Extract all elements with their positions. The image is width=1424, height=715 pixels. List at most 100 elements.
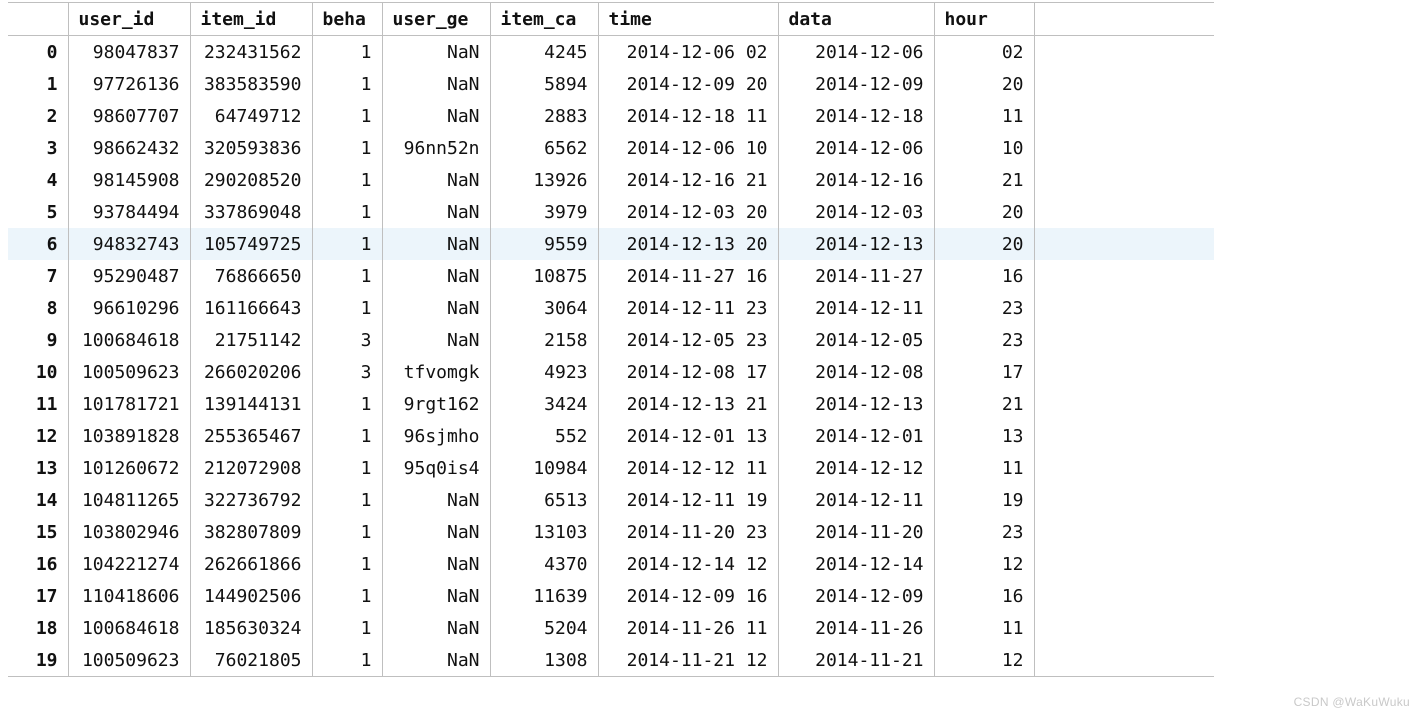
cell-pad bbox=[1034, 228, 1214, 260]
table-row[interactable]: 19100509623760218051NaN13082014-11-21 12… bbox=[8, 644, 1214, 677]
cell-idx: 18 bbox=[8, 612, 68, 644]
cell-beha: 1 bbox=[312, 100, 382, 132]
cell-time: 2014-12-18 11 bbox=[598, 100, 778, 132]
table-row[interactable]: 141048112653227367921NaN65132014-12-11 1… bbox=[8, 484, 1214, 516]
cell-user_ge: NaN bbox=[382, 196, 490, 228]
cell-idx: 7 bbox=[8, 260, 68, 292]
cell-user_ge: NaN bbox=[382, 484, 490, 516]
cell-data_: 2014-12-06 bbox=[778, 132, 934, 164]
cell-time: 2014-12-09 20 bbox=[598, 68, 778, 100]
table-row[interactable]: 13101260672212072908195q0is4109842014-12… bbox=[8, 452, 1214, 484]
cell-pad bbox=[1034, 452, 1214, 484]
cell-item_ca: 6562 bbox=[490, 132, 598, 164]
cell-beha: 1 bbox=[312, 388, 382, 420]
table-row[interactable]: 8966102961611666431NaN30642014-12-11 232… bbox=[8, 292, 1214, 324]
cell-idx: 14 bbox=[8, 484, 68, 516]
table-row[interactable]: 1110178172113914413119rgt16234242014-12-… bbox=[8, 388, 1214, 420]
cell-item_id: 212072908 bbox=[190, 452, 312, 484]
table-row[interactable]: 298607707647497121NaN28832014-12-18 1120… bbox=[8, 100, 1214, 132]
cell-beha: 1 bbox=[312, 292, 382, 324]
cell-idx: 1 bbox=[8, 68, 68, 100]
cell-hour: 11 bbox=[934, 612, 1034, 644]
cell-hour: 20 bbox=[934, 228, 1034, 260]
cell-hour: 11 bbox=[934, 100, 1034, 132]
cell-item_id: 144902506 bbox=[190, 580, 312, 612]
cell-beha: 1 bbox=[312, 548, 382, 580]
cell-item_id: 76021805 bbox=[190, 644, 312, 677]
col-header-beha[interactable]: beha bbox=[312, 3, 382, 36]
cell-pad bbox=[1034, 612, 1214, 644]
cell-item_ca: 4370 bbox=[490, 548, 598, 580]
table-row[interactable]: 181006846181856303241NaN52042014-11-26 1… bbox=[8, 612, 1214, 644]
cell-user_ge: NaN bbox=[382, 548, 490, 580]
col-header-item-id[interactable]: item_id bbox=[190, 3, 312, 36]
cell-item_ca: 10875 bbox=[490, 260, 598, 292]
cell-user_ge: 96sjmho bbox=[382, 420, 490, 452]
cell-beha: 1 bbox=[312, 228, 382, 260]
cell-idx: 10 bbox=[8, 356, 68, 388]
cell-user_id: 101260672 bbox=[68, 452, 190, 484]
cell-item_id: 337869048 bbox=[190, 196, 312, 228]
table-row[interactable]: 5937844943378690481NaN39792014-12-03 202… bbox=[8, 196, 1214, 228]
cell-pad bbox=[1034, 68, 1214, 100]
cell-beha: 1 bbox=[312, 132, 382, 164]
cell-beha: 1 bbox=[312, 580, 382, 612]
table-row[interactable]: 151038029463828078091NaN131032014-11-20 … bbox=[8, 516, 1214, 548]
cell-time: 2014-12-14 12 bbox=[598, 548, 778, 580]
col-header-hour[interactable]: hour bbox=[934, 3, 1034, 36]
table-row[interactable]: 161042212742626618661NaN43702014-12-14 1… bbox=[8, 548, 1214, 580]
cell-item_ca: 5894 bbox=[490, 68, 598, 100]
cell-data_: 2014-12-05 bbox=[778, 324, 934, 356]
table-row[interactable]: 0980478372324315621NaN42452014-12-06 022… bbox=[8, 36, 1214, 69]
cell-item_id: 322736792 bbox=[190, 484, 312, 516]
cell-item_id: 266020206 bbox=[190, 356, 312, 388]
cell-idx: 6 bbox=[8, 228, 68, 260]
table-row[interactable]: 6948327431057497251NaN95592014-12-13 202… bbox=[8, 228, 1214, 260]
col-header-item-ca[interactable]: item_ca bbox=[490, 3, 598, 36]
cell-time: 2014-12-01 13 bbox=[598, 420, 778, 452]
cell-time: 2014-12-11 19 bbox=[598, 484, 778, 516]
table-row[interactable]: 9100684618217511423NaN21582014-12-05 232… bbox=[8, 324, 1214, 356]
cell-idx: 15 bbox=[8, 516, 68, 548]
cell-hour: 02 bbox=[934, 36, 1034, 69]
col-header-time[interactable]: time bbox=[598, 3, 778, 36]
cell-pad bbox=[1034, 196, 1214, 228]
cell-time: 2014-12-12 11 bbox=[598, 452, 778, 484]
cell-item_ca: 6513 bbox=[490, 484, 598, 516]
cell-pad bbox=[1034, 580, 1214, 612]
cell-item_id: 161166643 bbox=[190, 292, 312, 324]
cell-item_ca: 1308 bbox=[490, 644, 598, 677]
table-row[interactable]: 101005096232660202063tfvomgk49232014-12-… bbox=[8, 356, 1214, 388]
cell-item_ca: 4923 bbox=[490, 356, 598, 388]
col-header-user-ge[interactable]: user_ge bbox=[382, 3, 490, 36]
table-row[interactable]: 171104186061449025061NaN116392014-12-09 … bbox=[8, 580, 1214, 612]
table-row[interactable]: 398662432320593836196nn52n65622014-12-06… bbox=[8, 132, 1214, 164]
cell-item_id: 383583590 bbox=[190, 68, 312, 100]
cell-idx: 11 bbox=[8, 388, 68, 420]
cell-item_id: 382807809 bbox=[190, 516, 312, 548]
table-body: 0980478372324315621NaN42452014-12-06 022… bbox=[8, 36, 1214, 677]
cell-time: 2014-11-21 12 bbox=[598, 644, 778, 677]
col-header-index[interactable] bbox=[8, 3, 68, 36]
cell-user_id: 93784494 bbox=[68, 196, 190, 228]
table-row[interactable]: 1977261363835835901NaN58942014-12-09 202… bbox=[8, 68, 1214, 100]
table-row[interactable]: 12103891828255365467196sjmho5522014-12-0… bbox=[8, 420, 1214, 452]
cell-user_ge: NaN bbox=[382, 36, 490, 69]
col-header-user-id[interactable]: user_id bbox=[68, 3, 190, 36]
cell-pad bbox=[1034, 644, 1214, 677]
cell-pad bbox=[1034, 292, 1214, 324]
cell-user_id: 100509623 bbox=[68, 644, 190, 677]
cell-time: 2014-12-13 20 bbox=[598, 228, 778, 260]
table-row[interactable]: 4981459082902085201NaN139262014-12-16 21… bbox=[8, 164, 1214, 196]
cell-data_: 2014-12-11 bbox=[778, 484, 934, 516]
cell-pad bbox=[1034, 260, 1214, 292]
cell-data_: 2014-12-09 bbox=[778, 580, 934, 612]
cell-user_id: 110418606 bbox=[68, 580, 190, 612]
cell-data_: 2014-12-16 bbox=[778, 164, 934, 196]
cell-time: 2014-12-05 23 bbox=[598, 324, 778, 356]
table-row[interactable]: 795290487768666501NaN108752014-11-27 162… bbox=[8, 260, 1214, 292]
cell-item_ca: 3064 bbox=[490, 292, 598, 324]
cell-user_id: 94832743 bbox=[68, 228, 190, 260]
col-header-data[interactable]: data bbox=[778, 3, 934, 36]
cell-item_ca: 2158 bbox=[490, 324, 598, 356]
